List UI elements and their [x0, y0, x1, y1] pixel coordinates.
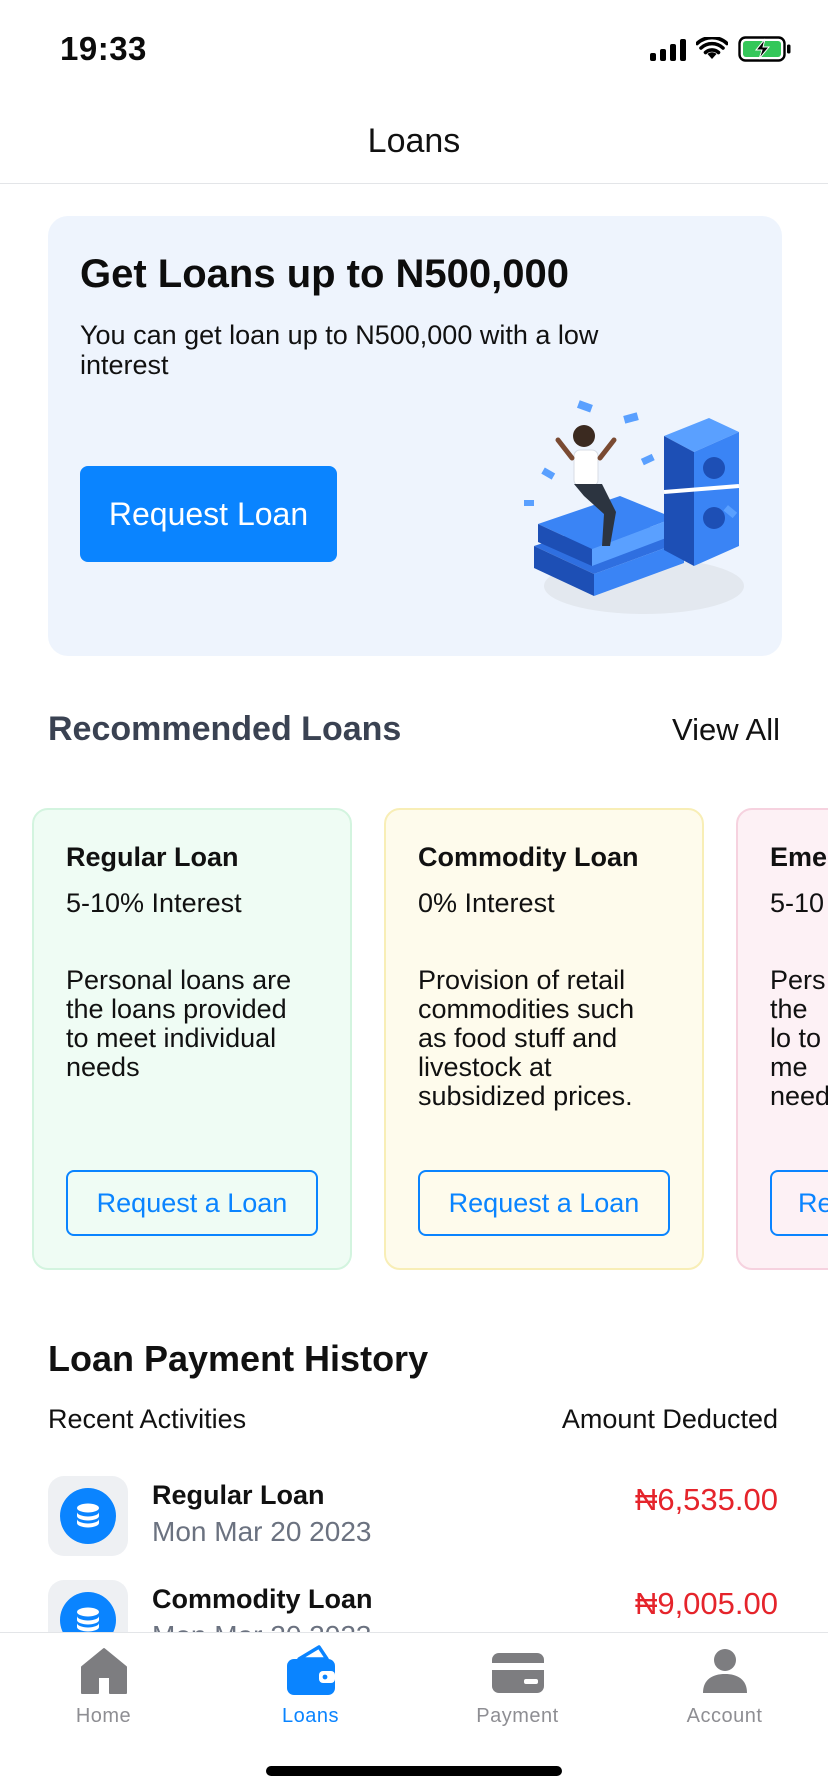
money-illustration	[524, 400, 744, 614]
recommended-loans-carousel[interactable]: Regular Loan 5-10% Interest Personal loa…	[32, 808, 828, 1272]
status-icons	[650, 36, 792, 62]
history-date: Mon Mar 20 2023	[152, 1620, 371, 1632]
tab-account[interactable]: Account	[621, 1645, 828, 1755]
loan-card-emergency[interactable]: Emer 5-10 Pers the lo to me need Re	[736, 808, 828, 1270]
loan-card-regular[interactable]: Regular Loan 5-10% Interest Personal loa…	[32, 808, 352, 1270]
loan-card-description: Personal loans are the loans provided to…	[66, 965, 292, 1082]
loan-card-rate: 0% Interest	[418, 888, 555, 918]
wifi-icon	[696, 37, 728, 59]
loan-card-description: Provision of retail commodities such as …	[418, 965, 635, 1111]
tab-loans[interactable]: Loans	[207, 1645, 414, 1755]
tab-home[interactable]: Home	[0, 1645, 207, 1755]
history-loan-name: Regular Loan	[152, 1480, 325, 1510]
history-icon-box	[48, 1580, 128, 1632]
hero-card: Get Loans up to N500,000 You can get loa…	[48, 216, 782, 656]
history-list[interactable]: Regular Loan Mon Mar 20 2023 ₦6,535.00 C…	[48, 1472, 778, 1632]
request-a-loan-button[interactable]: Request a Loan	[418, 1170, 670, 1236]
battery-charging-icon	[738, 36, 791, 62]
loan-card-commodity[interactable]: Commodity Loan 0% Interest Provision of …	[384, 808, 704, 1270]
recommended-title: Recommended Loans	[48, 710, 402, 748]
recommended-header: Recommended Loans View All	[48, 710, 780, 749]
card-icon	[491, 1653, 544, 1693]
tab-label: Loans	[282, 1705, 339, 1727]
view-all-link[interactable]: View All	[672, 712, 780, 748]
tab-label: Account	[686, 1705, 763, 1727]
loan-card-name: Commodity Loan	[418, 842, 639, 872]
history-row[interactable]: Regular Loan Mon Mar 20 2023 ₦6,535.00	[48, 1472, 778, 1562]
loan-card-rate: 5-10% Interest	[66, 888, 242, 918]
status-time: 19:33	[60, 30, 147, 67]
status-bar: 19:33	[0, 0, 828, 100]
cellular-signal-icon	[650, 37, 686, 61]
person-icon	[702, 1649, 747, 1693]
loan-card-rate: 5-10	[770, 888, 825, 918]
hero-subtitle: You can get loan up to N500,000 with a l…	[80, 320, 599, 380]
history-date: Mon Mar 20 2023	[152, 1516, 372, 1547]
loan-card-name: Regular Loan	[66, 842, 239, 872]
database-icon	[60, 1488, 116, 1544]
history-title: Loan Payment History	[48, 1338, 429, 1379]
tab-payment[interactable]: Payment	[414, 1645, 621, 1755]
history-loan-name: Commodity Loan	[152, 1584, 373, 1614]
wallet-icon	[286, 1645, 335, 1695]
history-icon-box	[48, 1476, 128, 1556]
tab-label: Payment	[476, 1705, 559, 1727]
history-row[interactable]: Commodity Loan Mon Mar 20 2023 ₦9,005.00	[48, 1576, 778, 1632]
request-a-loan-button[interactable]: Request a Loan	[66, 1170, 318, 1236]
request-loan-button[interactable]: Request Loan	[80, 466, 337, 562]
recent-activities-label: Recent Activities	[48, 1404, 247, 1434]
history-amount: ₦9,005.00	[634, 1586, 778, 1621]
amount-deducted-label: Amount Deducted	[561, 1404, 778, 1434]
loan-card-description: Pers the lo to me need	[770, 965, 828, 1111]
loan-card-name: Emer	[770, 842, 828, 872]
nav-bar: Loans	[0, 100, 828, 184]
request-a-loan-button[interactable]: Re	[770, 1170, 828, 1236]
tab-label: Home	[75, 1705, 132, 1727]
history-column-headers: Recent Activities Amount Deducted	[48, 1404, 778, 1435]
history-amount: ₦6,535.00	[634, 1482, 778, 1517]
home-icon	[80, 1648, 127, 1694]
home-indicator[interactable]	[266, 1766, 562, 1776]
page-title: Loans	[367, 122, 461, 160]
database-icon	[60, 1592, 116, 1632]
hero-title: Get Loans up to N500,000	[80, 252, 570, 296]
